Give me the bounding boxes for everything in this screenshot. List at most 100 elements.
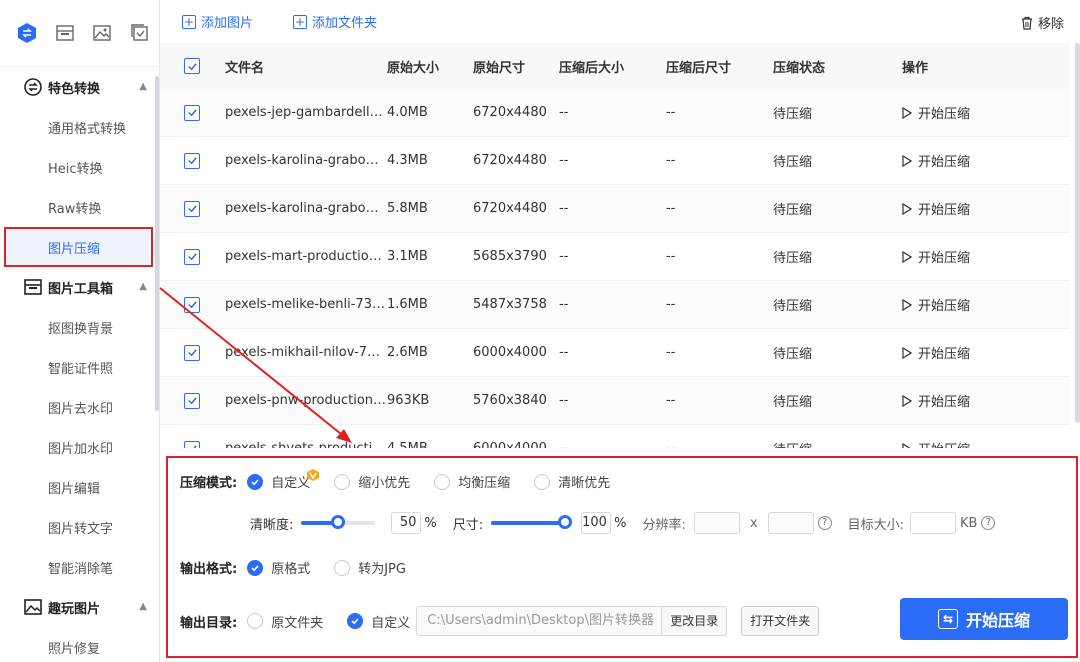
resolution-height-input[interactable] [767,512,814,534]
mode-smaller-option[interactable]: 缩小优先 [334,472,410,491]
radio-icon [334,559,351,576]
start-row-compress-button[interactable]: 开始压缩 [902,343,1052,362]
clarity-slider[interactable] [301,515,376,529]
table-row[interactable]: pexels-shvets-productio...4.5MB6000x4000… [160,425,1070,448]
add-image-label: 添加图片 [201,16,254,31]
start-row-compress-button[interactable]: 开始压缩 [902,391,1052,410]
select-all-checkbox[interactable] [184,58,200,74]
start-row-compress-button[interactable]: 开始压缩 [902,295,1052,314]
row-check-cell [160,248,225,265]
size-slider[interactable] [491,515,573,529]
row-checkbox[interactable] [184,344,200,361]
sidebar-item-edit[interactable]: 图片编辑 [0,467,159,507]
dir-original-option[interactable]: 原文件夹 [247,612,323,631]
file-name: pexels-mikhail-nilov-75... [225,345,387,360]
mode-balanced-option[interactable]: 均衡压缩 [434,472,510,491]
sidebar-item-id-photo[interactable]: 智能证件照 [0,347,159,387]
row-checkbox[interactable] [184,392,200,409]
size-slider-handle[interactable] [558,515,573,529]
row-checkbox[interactable] [184,248,200,265]
chevron-up-icon[interactable]: ▲ [139,81,147,92]
sidebar-item-ocr[interactable]: 图片转文字 [0,507,159,547]
file-name: pexels-karolina-grabows... [225,153,387,168]
table-row[interactable]: pexels-jep-gambardella-... 4.0MB 6720x4480… [160,89,1070,137]
remove-button[interactable]: 移除 [1020,13,1064,32]
status: 待压缩 [773,395,813,410]
help-icon[interactable]: ? [817,516,832,530]
mode-custom-option[interactable]: 自定义 [247,472,310,491]
row-checkbox[interactable] [184,440,200,448]
comp-size: -- [559,345,569,360]
table-header: 文件名 原始大小 原始尺寸 压缩后大小 压缩后尺寸 压缩状态 操作 [160,43,1070,89]
orig-size: 4.3MB [387,153,428,168]
chevron-up-icon[interactable]: ▲ [139,601,147,612]
toolbox-icon[interactable] [46,13,84,53]
start-row-compress-button[interactable]: 开始压缩 [902,103,1052,122]
select-all-cell [160,58,225,74]
sidebar-item-heic[interactable]: Heic转换 [0,147,159,187]
vip-badge-icon [307,469,319,481]
sidebar-item-photo-repair[interactable]: 照片修复 [0,627,159,662]
open-folder-button[interactable]: 打开文件夹 [741,606,820,636]
sidebar-item-eraser[interactable]: 智能消除笔 [0,547,159,587]
format-jpg-option[interactable]: 转为JPG [334,558,406,577]
start-row-compress-button[interactable]: 开始压缩 [902,439,1052,448]
sidebar-item-raw[interactable]: Raw转换 [0,187,159,227]
sidebar-item-remove-watermark[interactable]: 图片去水印 [0,387,159,427]
start-compress-button[interactable]: ⇆ 开始压缩 [900,598,1068,640]
group-toolbox[interactable]: 图片工具箱 ▲ [0,267,159,307]
format-jpg-label: 转为JPG [358,562,406,577]
file-table: 文件名 原始大小 原始尺寸 压缩后大小 压缩后尺寸 压缩状态 操作 pexels… [160,43,1070,448]
image-icon[interactable] [84,13,122,53]
sidebar-item-compress[interactable]: 图片压缩 [4,227,153,267]
mode-clarity-option[interactable]: 清晰优先 [534,472,610,491]
row-checkbox[interactable] [184,200,200,217]
row-check-cell [160,152,225,169]
mode-smaller-label: 缩小优先 [358,476,411,491]
start-row-compress-button[interactable]: 开始压缩 [902,199,1052,218]
sidebar-item-general-convert[interactable]: 通用格式转换 [0,107,159,147]
comp-dim: -- [666,393,676,408]
group-fun[interactable]: 趣玩图片 ▲ [0,587,159,627]
change-dir-button[interactable]: 更改目录 [662,606,728,636]
size-slider-fill [491,521,566,525]
target-size-input[interactable] [909,512,956,534]
table-row[interactable]: pexels-mart-production... 3.1MB 5685x3790-… [160,233,1070,281]
chevron-up-icon[interactable]: ▲ [139,281,147,292]
status: 待压缩 [773,203,813,218]
comp-dim: -- [666,153,676,168]
add-folder-button[interactable]: + 添加文件夹 [293,12,377,31]
format-original-option[interactable]: 原格式 [247,558,310,577]
table-row[interactable]: pexels-pnw-production-... 963KB 5760x3840-… [160,377,1070,425]
table-row[interactable]: pexels-karolina-grabows... 4.3MB 6720x4480… [160,137,1070,185]
size-input[interactable]: 100 [581,512,612,534]
convert-home-icon[interactable] [8,13,46,53]
check-file-icon[interactable] [121,13,159,53]
start-row-compress-button[interactable]: 开始压缩 [902,151,1052,170]
orig-size: 5.8MB [387,201,428,216]
help-icon[interactable]: ? [981,516,996,530]
table-row[interactable]: pexels-mikhail-nilov-75... 2.6MB 6000x4000… [160,329,1070,377]
mode-balanced-label: 均衡压缩 [458,476,511,491]
compression-settings: 压缩模式: 自定义 缩小优先 均衡压缩 清晰优先 清晰度: 50 % 尺寸: 1… [166,456,1078,658]
sidebar-item-add-watermark[interactable]: 图片加水印 [0,427,159,467]
add-image-button[interactable]: + 添加图片 [182,12,253,31]
clarity-input[interactable]: 50 [391,512,422,534]
row-checkbox[interactable] [184,152,200,169]
dir-custom-option[interactable]: 自定义 [347,612,410,631]
table-scrollbar[interactable] [1075,43,1080,423]
start-row-compress-button[interactable]: 开始压缩 [902,247,1052,266]
resolution-width-input[interactable] [693,512,740,534]
group-label: 趣玩图片 [48,601,101,617]
table-row[interactable]: pexels-karolina-grabows... 5.8MB 6720x4480… [160,185,1070,233]
clarity-slider-handle[interactable] [331,515,346,529]
sidebar-item-cutout[interactable]: 抠图换背景 [0,307,159,347]
clarity-percent: % [424,515,437,531]
row-checkbox[interactable] [184,296,200,313]
row-checkbox[interactable] [184,104,200,121]
table-row[interactable]: pexels-melike-benli-738... 1.6MB 5487x3758… [160,281,1070,329]
col-op: 操作 [902,60,929,76]
output-path-field[interactable]: C:\Users\admin\Desktop\图片转换器 [416,606,663,636]
group-special-convert[interactable]: 特色转换 ▲ [0,67,159,107]
sidebar-scrollbar[interactable] [155,76,159,411]
